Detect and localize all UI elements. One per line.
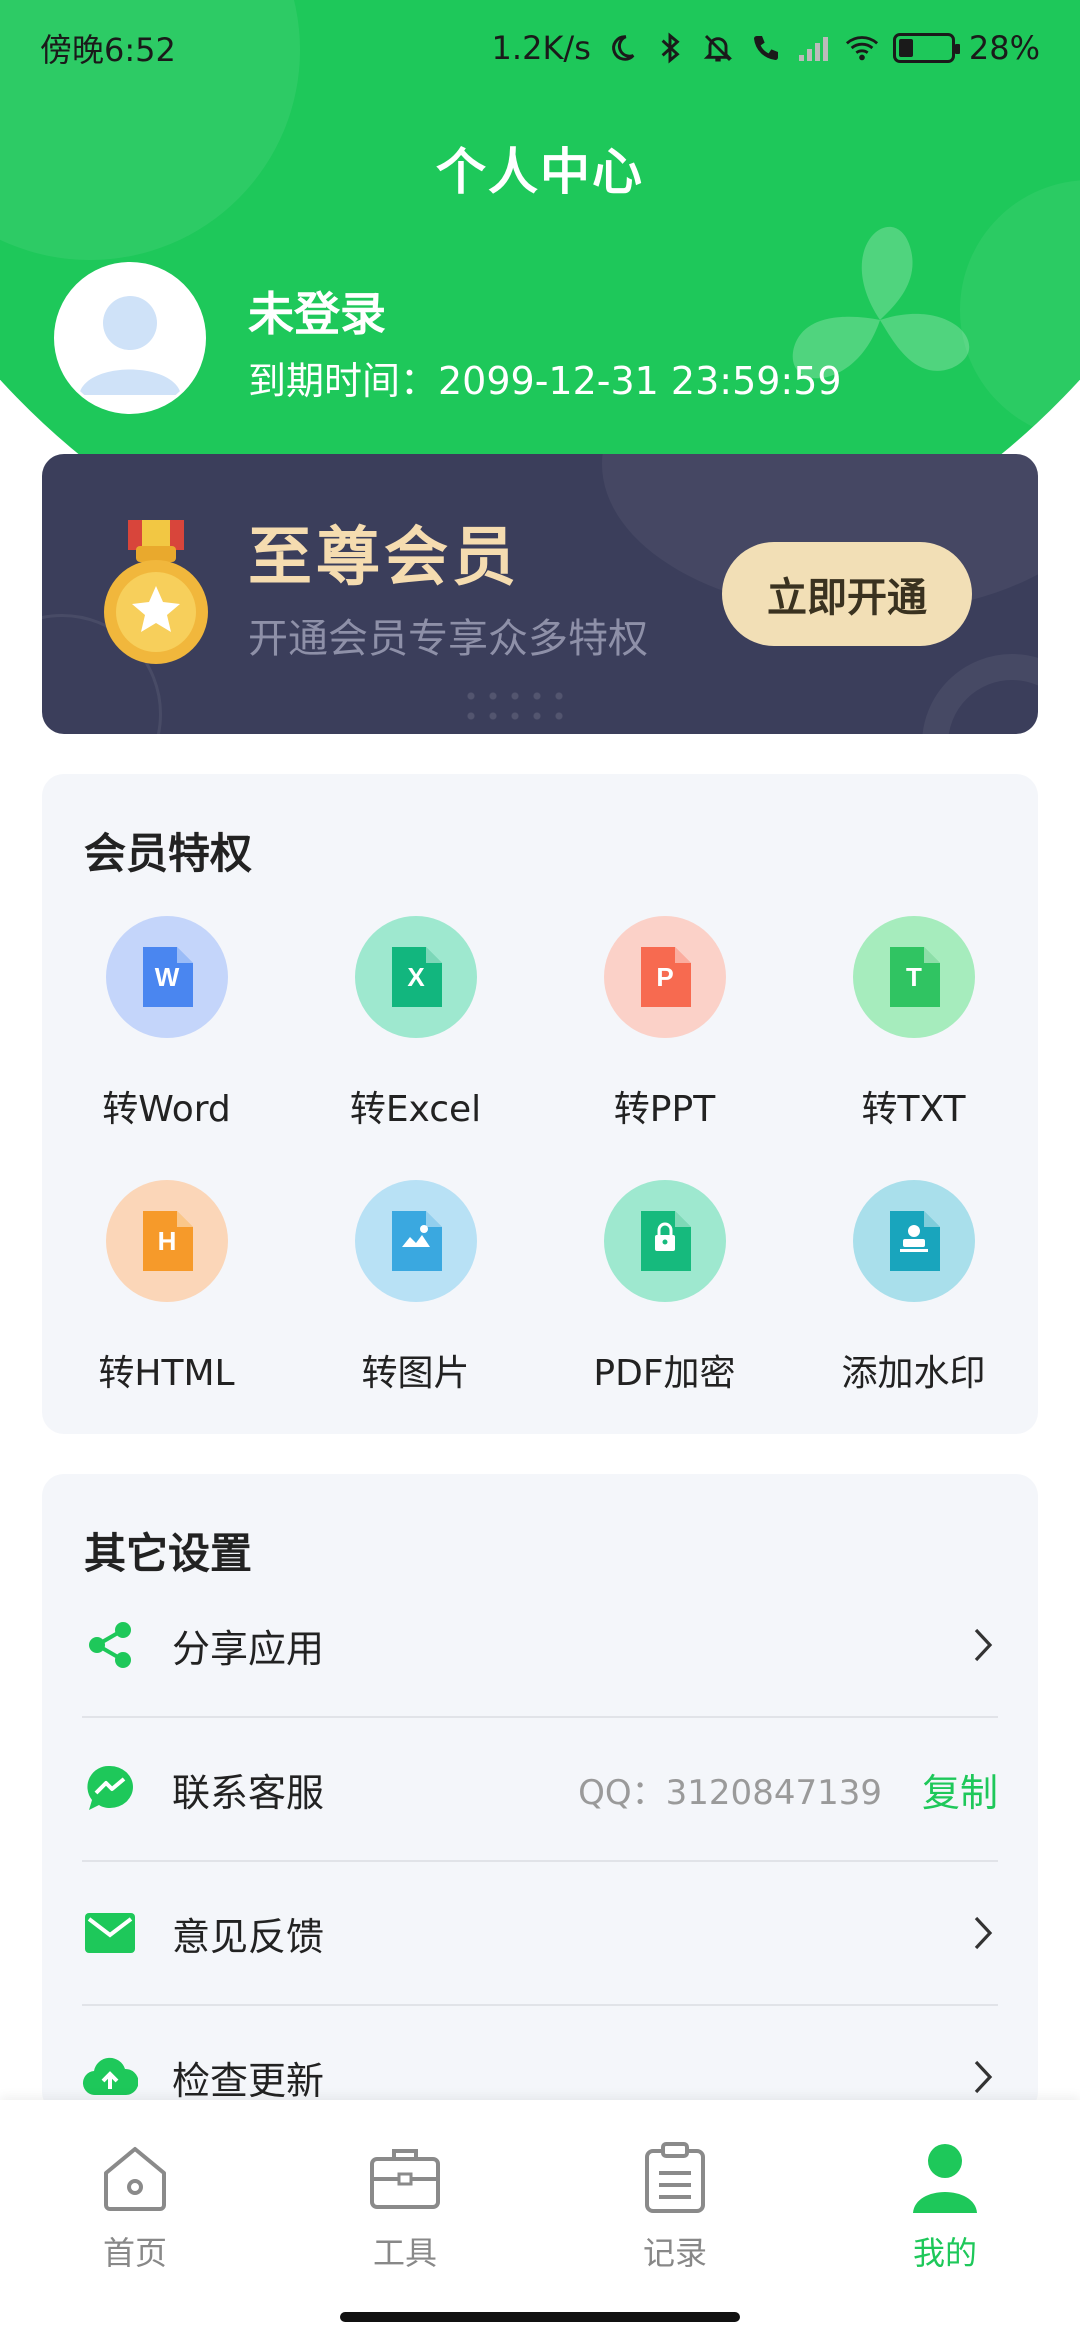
feedback-label: 意见反馈 (172, 1914, 325, 1959)
share-app-label: 分享应用 (172, 1626, 325, 1671)
expiry-time: 到期时间：2099-12-31 23:59:59 (248, 359, 842, 403)
lock-doc-icon (603, 1180, 726, 1302)
feature-image[interactable]: 转图片 (291, 1180, 540, 1396)
battery-icon (892, 33, 960, 63)
watermark-doc-icon (852, 1180, 975, 1302)
svg-text:X: X (407, 962, 425, 992)
feedback-row[interactable]: 意见反馈 (82, 1862, 998, 2004)
settings-panel: 其它设置 分享应用 联系客服 QQ：3120847139 复制 意见反馈 检查更 (42, 1474, 1038, 2114)
feature-label: 转TXT (861, 1089, 966, 1130)
user-avatar-icon (57, 265, 203, 411)
chevron-right-icon (968, 2057, 998, 2097)
medal-icon (104, 520, 208, 664)
chevron-right-icon (968, 1625, 998, 1665)
wifi-icon (845, 31, 879, 65)
avatar[interactable] (54, 262, 206, 414)
feature-label: 转PPT (613, 1089, 716, 1130)
privileges-panel: 会员特权 W 转Word X 转Excel P 转PPT T 转TXT H 转HTML 转图片 PDF… (42, 774, 1038, 1434)
vip-title: 至尊会员 (248, 521, 520, 595)
ppt-doc-icon: P (603, 916, 726, 1038)
chat-bubble-icon (82, 1761, 138, 1817)
page-title: 个人中心 (436, 143, 644, 201)
open-vip-button[interactable]: 立即开通 (722, 542, 972, 646)
moon-icon (605, 31, 639, 65)
svg-text:P: P (656, 962, 673, 992)
bottom-nav: 首页 工具 记录 我的 (0, 2100, 1080, 2340)
status-icons: 1.2K/s 28% (492, 29, 1040, 67)
txt-doc-icon: T (852, 916, 975, 1038)
vip-card: 至尊会员 开通会员专享众多特权 立即开通 (42, 454, 1038, 734)
nav-home-label: 首页 (102, 2234, 167, 2272)
status-bar: 傍晚6:52 1.2K/s 28% (0, 0, 1080, 96)
nav-tools-label: 工具 (372, 2234, 437, 2272)
feature-label: 转HTML (98, 1353, 235, 1394)
check-update-label: 检查更新 (172, 2058, 325, 2103)
battery-percent: 28% (968, 29, 1040, 67)
username[interactable]: 未登录 (248, 278, 386, 344)
privileges-title: 会员特权 (84, 829, 253, 878)
settings-title: 其它设置 (84, 1529, 253, 1578)
share-app-row[interactable]: 分享应用 (82, 1574, 998, 1716)
html-doc-icon: H (105, 1180, 228, 1302)
vip-subtitle: 开通会员专享众多特权 (248, 616, 648, 662)
home-indicator (340, 2312, 740, 2322)
nav-records[interactable]: 记录 (540, 2138, 810, 2274)
feature-ppt[interactable]: P 转PPT (540, 916, 789, 1132)
svg-text:H: H (157, 1226, 176, 1256)
network-speed: 1.2K/s (491, 29, 591, 67)
contact-support-label: 联系客服 (172, 1770, 325, 1815)
svg-text:T: T (906, 962, 922, 992)
feature-excel[interactable]: X 转Excel (291, 916, 540, 1132)
toolbox-icon (365, 2138, 445, 2218)
mute-bell-icon (701, 31, 735, 65)
nav-home[interactable]: 首页 (0, 2138, 270, 2274)
nav-mine[interactable]: 我的 (810, 2138, 1080, 2274)
nav-records-label: 记录 (642, 2234, 707, 2272)
feature-label: 转Excel (349, 1089, 482, 1130)
support-qq-number: QQ：3120847139 (578, 1772, 882, 1813)
call-icon (749, 31, 783, 65)
feature-watermark[interactable]: 添加水印 (789, 1180, 1038, 1396)
svg-text:W: W (154, 962, 179, 992)
copy-qq-button[interactable]: 复制 (922, 1762, 998, 1817)
feature-label: 添加水印 (841, 1353, 986, 1394)
feature-lock[interactable]: PDF加密 (540, 1180, 789, 1396)
cloud-upload-icon (82, 2049, 138, 2105)
feature-word[interactable]: W 转Word (42, 916, 291, 1132)
contact-support-row: 联系客服 QQ：3120847139 复制 (82, 1718, 998, 1860)
image-doc-icon (354, 1180, 477, 1302)
share-icon (82, 1617, 138, 1673)
feature-label: 转Word (102, 1089, 231, 1130)
excel-doc-icon: X (354, 916, 477, 1038)
feature-html[interactable]: H 转HTML (42, 1180, 291, 1396)
chevron-right-icon (968, 1913, 998, 1953)
home-icon (95, 2138, 175, 2218)
word-doc-icon: W (105, 916, 228, 1038)
feature-label: PDF加密 (593, 1353, 736, 1394)
nav-tools[interactable]: 工具 (270, 2138, 540, 2274)
feature-label: 转图片 (361, 1353, 470, 1394)
mail-icon (82, 1905, 138, 1961)
feature-txt[interactable]: T 转TXT (789, 916, 1038, 1132)
signal-icon (797, 31, 831, 65)
bluetooth-icon (653, 31, 687, 65)
person-icon (905, 2138, 985, 2218)
clipboard-icon (635, 2138, 715, 2218)
status-time: 傍晚6:52 (40, 31, 176, 69)
nav-mine-label: 我的 (912, 2234, 977, 2272)
